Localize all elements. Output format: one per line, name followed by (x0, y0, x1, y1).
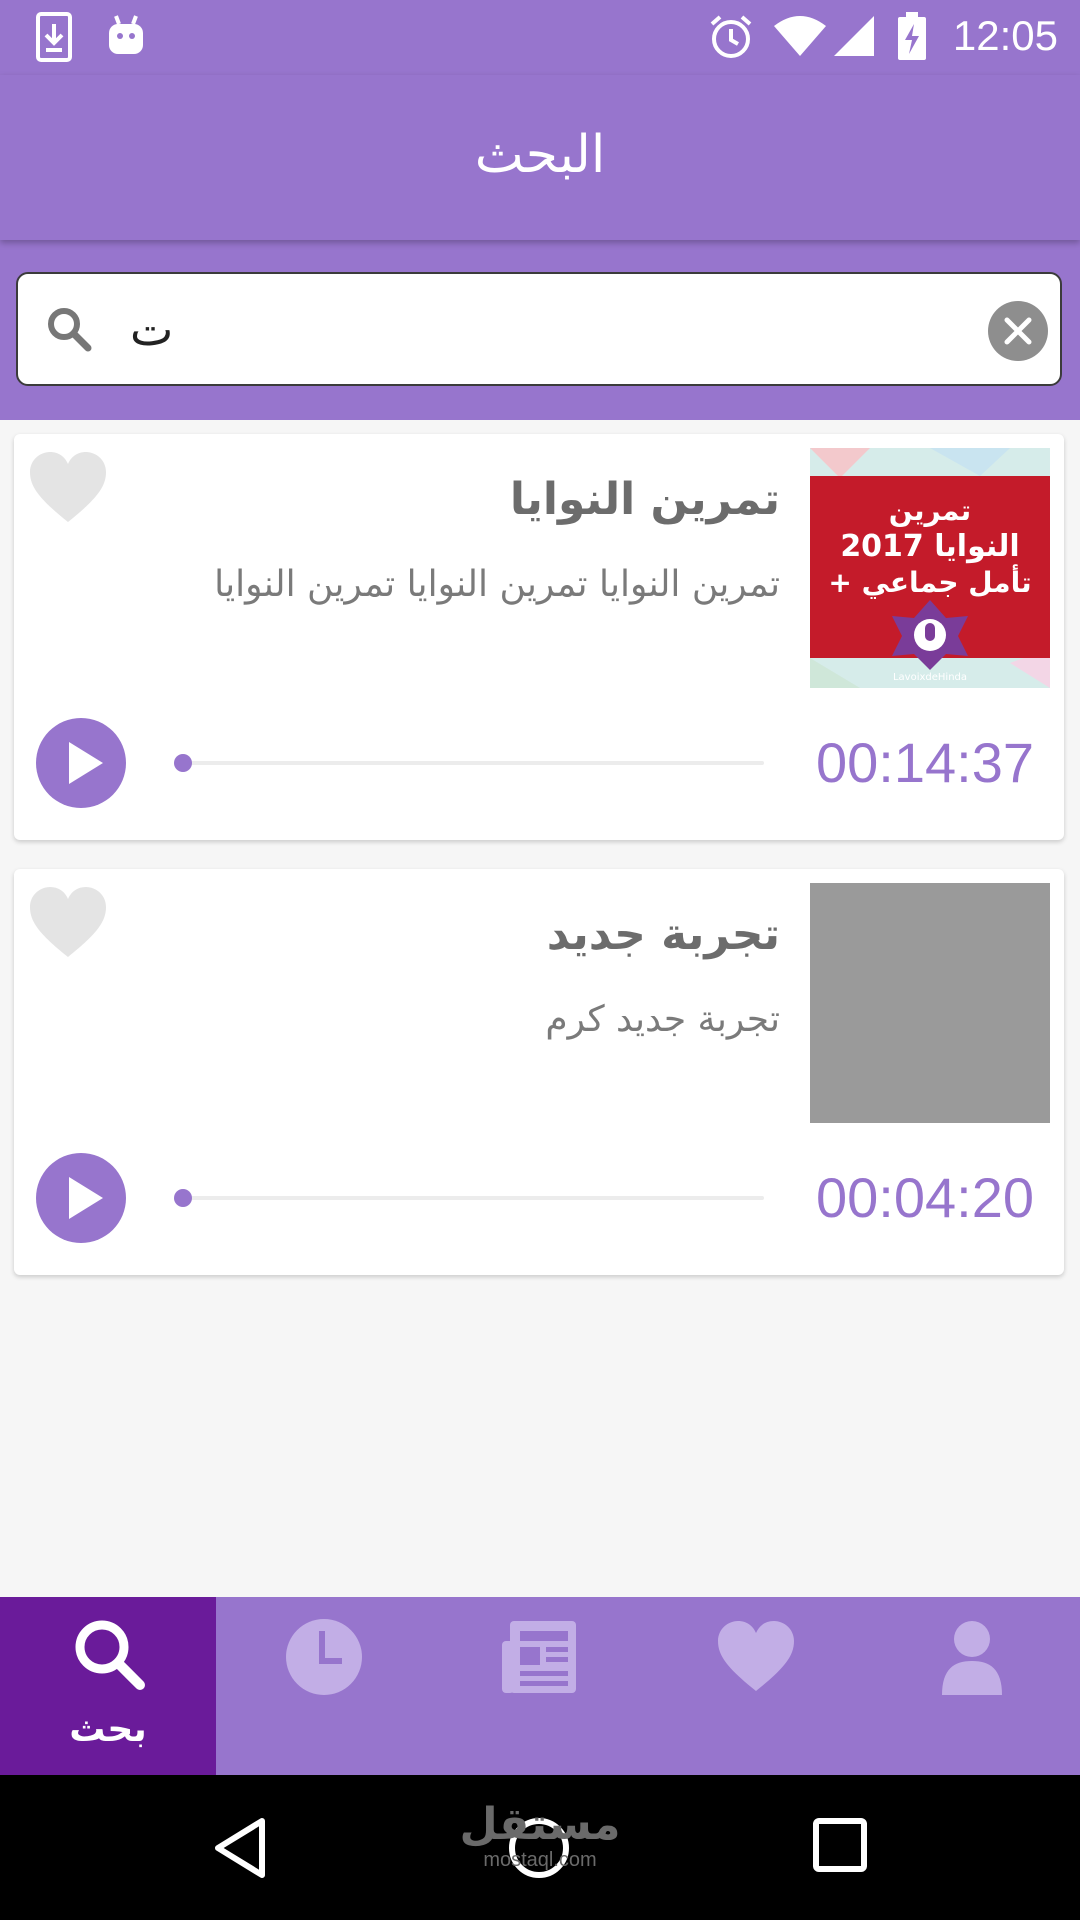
seek-bar[interactable] (182, 1196, 764, 1200)
heart-icon (718, 1621, 794, 1691)
heart-icon[interactable] (28, 887, 108, 959)
seek-thumb[interactable] (174, 1189, 192, 1207)
recents-icon[interactable] (812, 1817, 868, 1873)
duration-label: 00:04:20 (816, 1166, 1034, 1229)
newspaper-icon (502, 1621, 576, 1693)
result-description: تجربة جديد كرم (545, 999, 780, 1040)
download-icon (36, 12, 72, 62)
play-icon (69, 1177, 103, 1219)
result-card[interactable]: تجربة جديد تجربة جديد كرم 00:04:20 (14, 869, 1064, 1275)
clock-icon (286, 1619, 362, 1695)
nav-tab-news[interactable] (432, 1597, 648, 1775)
play-button[interactable] (36, 1153, 126, 1243)
play-button[interactable] (36, 718, 126, 808)
clear-search-button[interactable] (988, 301, 1048, 361)
app-bar: البحث (0, 75, 1080, 240)
watermark-subtext: mostaql.com (483, 1849, 597, 1871)
seek-thumb[interactable] (174, 754, 192, 772)
thumbnail-line-2: النوايا 2017 (840, 529, 1019, 564)
profile-icon (942, 1621, 1002, 1695)
nav-tab-search[interactable]: بحث (0, 1597, 216, 1775)
close-icon (1004, 317, 1032, 345)
watermark: مستقل mostaql.com (440, 1799, 640, 1872)
android-icon (109, 15, 143, 54)
alarm-icon (710, 15, 752, 58)
result-title: تمرين النوايا (509, 474, 780, 525)
status-bar: 12:05 (0, 0, 1080, 75)
back-icon[interactable] (210, 1815, 270, 1881)
nav-tab-label: بحث (69, 1709, 147, 1750)
thumbnail-line-3: + تأمل جماعي (828, 564, 1031, 599)
duration-label: 00:14:37 (816, 731, 1034, 794)
signal-icon (834, 16, 874, 56)
nav-tab-profile[interactable] (864, 1597, 1080, 1775)
search-icon[interactable] (44, 304, 94, 354)
system-navigation-bar: مستقل mostaql.com (0, 1775, 1080, 1920)
result-title: تجربة جديد (546, 909, 780, 960)
thumbnail-brand: LavoixdeHinda (893, 672, 967, 683)
result-thumbnail-placeholder (810, 883, 1050, 1123)
nav-tab-favorites[interactable] (648, 1597, 864, 1775)
seek-bar[interactable] (182, 761, 764, 765)
wifi-icon (774, 16, 826, 56)
heart-icon[interactable] (28, 452, 108, 524)
battery-charging-icon (898, 12, 926, 60)
result-description: تمرين النوايا تمرين النوايا تمرين النواي… (214, 564, 780, 605)
page-title: البحث (474, 125, 606, 185)
play-icon (69, 742, 103, 784)
watermark-text: مستقل (459, 1799, 621, 1850)
result-thumbnail: تمرين النوايا 2017 + تأمل جماعي Lavoixde… (810, 448, 1050, 688)
search-area (0, 240, 1080, 420)
search-box[interactable] (16, 272, 1062, 386)
thumbnail-line-1: تمرين (889, 494, 971, 527)
search-input[interactable] (128, 292, 932, 366)
result-card[interactable]: تمرين النوايا تمرين النوايا تمرين النواي… (14, 434, 1064, 840)
bottom-navigation: بحث (0, 1597, 1080, 1775)
clock-time: 12:05 (952, 12, 1058, 59)
nav-tab-history[interactable] (216, 1597, 432, 1775)
search-icon (75, 1620, 145, 1690)
